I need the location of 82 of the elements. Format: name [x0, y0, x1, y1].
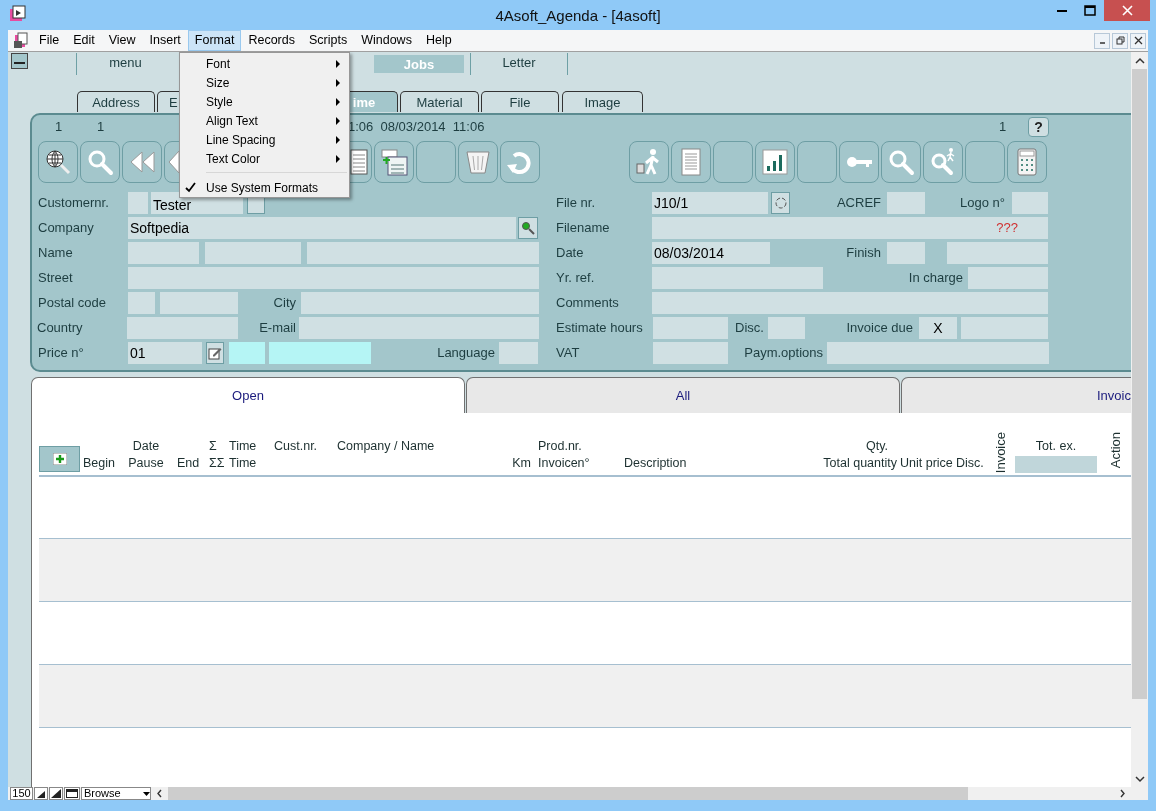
- menu-item[interactable]: Edit: [66, 30, 102, 51]
- field-label: Yr. ref.: [556, 269, 596, 288]
- field-label: Paym.options: [743, 344, 824, 363]
- field-label: Postal code: [38, 294, 107, 313]
- record-text: 1:06 08/03/2014 11:06: [348, 118, 486, 137]
- help-button[interactable]: ?: [1028, 117, 1049, 137]
- menu-item[interactable]: Format: [187, 30, 242, 51]
- field-label: VAT: [556, 344, 581, 363]
- field-label: Company: [38, 219, 95, 238]
- tab[interactable]: Open: [31, 377, 465, 413]
- input-field[interactable]: X: [919, 317, 957, 339]
- field-label: File nr.: [556, 194, 596, 213]
- field-label: Logo n°: [959, 194, 1006, 213]
- input-field[interactable]: 08/03/2014: [652, 242, 770, 264]
- mode-dropdown[interactable]: Browse: [81, 787, 151, 800]
- field-label: Estimate hours: [556, 319, 644, 338]
- menu-item[interactable]: Font: [180, 54, 349, 73]
- tab[interactable]: File: [481, 91, 559, 112]
- column-header: Disc.: [955, 455, 985, 472]
- window-title: 4Asoft_Agenda - [4asoft]: [495, 6, 661, 26]
- column-header: Unit price: [899, 455, 954, 472]
- menu-item[interactable]: Scripts: [302, 30, 355, 51]
- menu-item[interactable]: Insert: [142, 30, 188, 51]
- menu-item[interactable]: View: [101, 30, 143, 51]
- menu-item[interactable]: Size: [180, 73, 349, 92]
- field-label: Finish: [845, 244, 882, 263]
- field-label: Invoice due: [845, 319, 914, 338]
- column-header: End: [175, 455, 201, 472]
- column-header: Invoicen°: [537, 455, 591, 472]
- column-header: ΣΣ: [208, 455, 226, 472]
- field-label: Comments: [556, 294, 620, 313]
- field-label: Country: [37, 319, 84, 338]
- field-label: E-mail: [258, 319, 297, 338]
- input-field[interactable]: Softpedia: [128, 217, 516, 239]
- record-text: 1: [999, 118, 1008, 137]
- menu-item[interactable]: Text Color: [180, 149, 349, 168]
- field-label: In charge: [907, 269, 964, 288]
- column-header: Prod.nr.: [537, 438, 583, 455]
- field-label: City: [272, 294, 297, 313]
- field-label: Name: [38, 244, 74, 263]
- column-header: Total quantity: [822, 455, 898, 472]
- tab[interactable]: Address: [77, 91, 155, 112]
- column-header: Begin: [82, 455, 116, 472]
- field-label: Date: [556, 244, 585, 263]
- field-label: Language: [436, 344, 496, 363]
- field-label: Disc.: [735, 319, 765, 338]
- tab[interactable]: Invoic: [901, 377, 1131, 413]
- column-header: Cust.nr.: [273, 438, 319, 455]
- column-header: Time: [228, 455, 258, 472]
- field-label: Price n°: [38, 344, 85, 363]
- column-header: Date: [131, 438, 161, 455]
- column-header: Time: [228, 438, 258, 455]
- field-label: Filename: [556, 219, 611, 238]
- tab[interactable]: All: [466, 377, 900, 413]
- column-header: Tot. ex.: [1034, 438, 1078, 455]
- column-header: Company / Name: [336, 438, 436, 455]
- column-header: Km: [511, 455, 532, 472]
- record-text: 1: [97, 118, 106, 137]
- field-label: Customernr.: [38, 194, 110, 213]
- field-label: Street: [38, 269, 74, 288]
- menu-item[interactable]: Help: [418, 30, 459, 51]
- input-field[interactable]: ???: [652, 217, 1048, 239]
- tab[interactable]: Letter: [470, 53, 567, 75]
- column-header: Qty.: [865, 438, 889, 455]
- field-label: ACREF: [835, 194, 882, 213]
- zoom-field[interactable]: 150: [10, 787, 33, 800]
- column-header: Description: [623, 455, 688, 472]
- menu-item[interactable]: Align Text: [180, 111, 349, 130]
- tab[interactable]: menu: [76, 53, 174, 75]
- record-text: 1: [55, 118, 64, 137]
- menu-item[interactable]: Windows: [354, 30, 419, 51]
- column-header: Σ: [208, 438, 218, 455]
- tab[interactable]: Material: [400, 91, 479, 112]
- menu-item[interactable]: File: [32, 30, 67, 51]
- tab[interactable]: Image: [562, 91, 643, 112]
- column-header: Pause: [127, 455, 165, 472]
- menu-item[interactable]: Records: [241, 30, 302, 51]
- input-field[interactable]: J10/1: [652, 192, 768, 214]
- column-header: Invoice: [994, 432, 1008, 474]
- column-header: Action: [1108, 432, 1123, 469]
- menu-item[interactable]: Line Spacing: [180, 130, 349, 149]
- input-field[interactable]: 01: [128, 342, 202, 364]
